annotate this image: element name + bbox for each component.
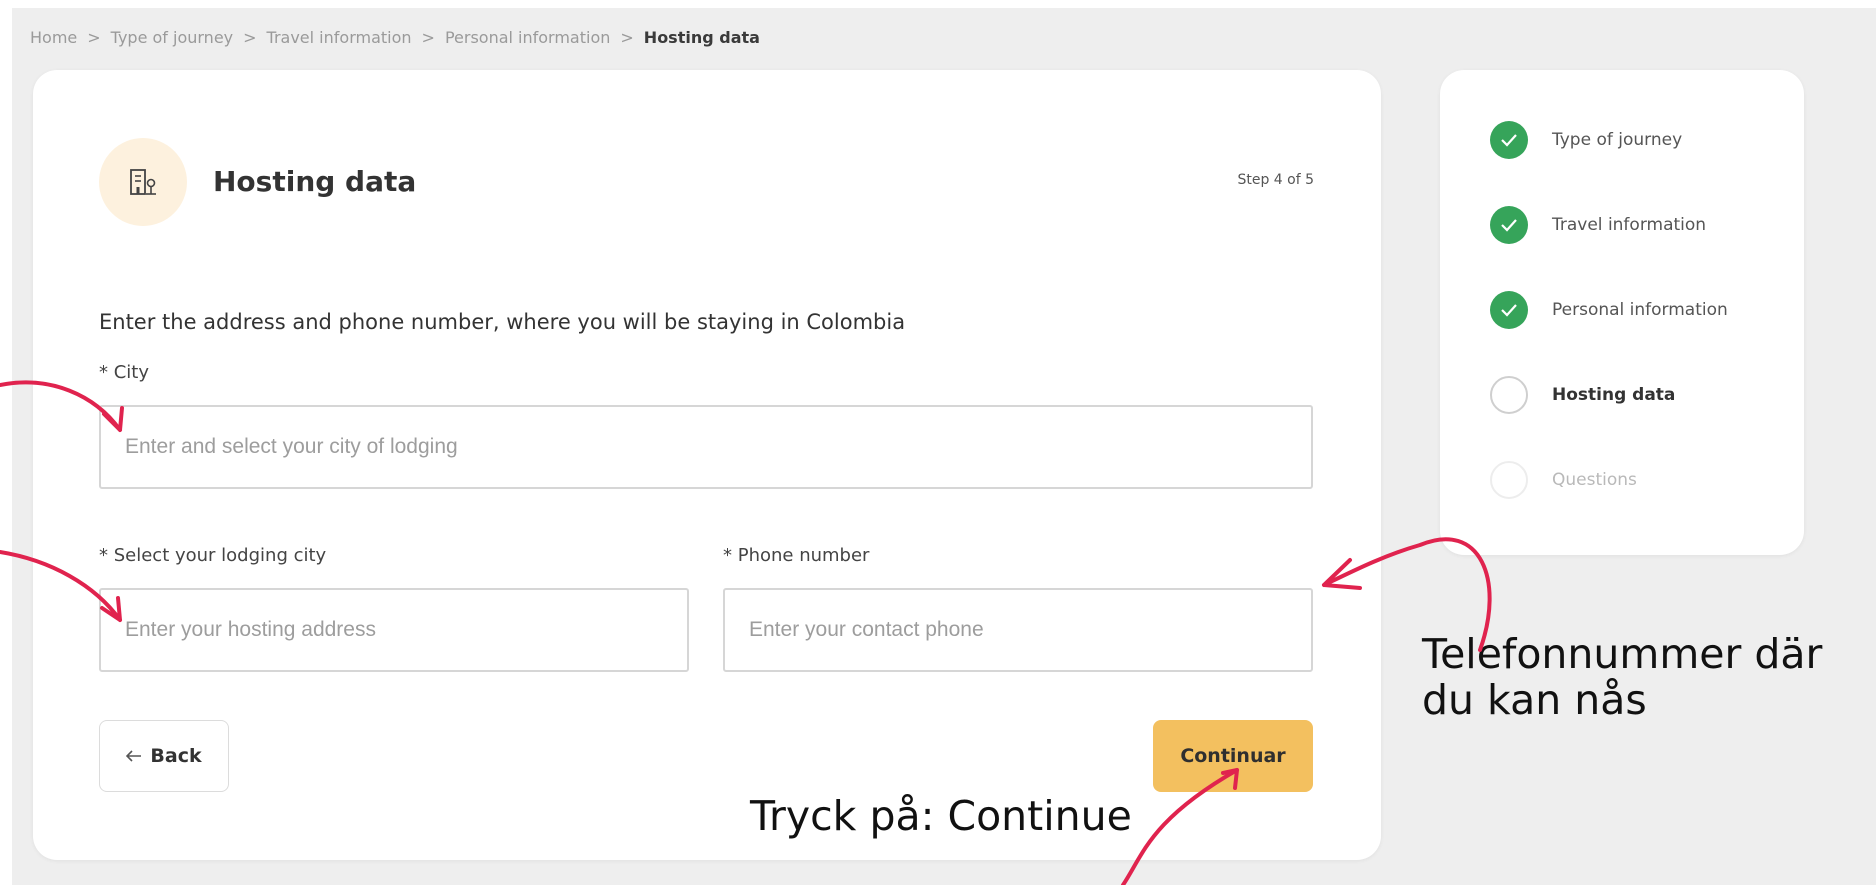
breadcrumb-current: Hosting data	[643, 28, 760, 47]
phone-annotation-line2: du kan nås	[1422, 675, 1647, 724]
step-label: Questions	[1552, 470, 1637, 490]
building-icon	[99, 138, 187, 226]
step-counter: Step 4 of 5	[1237, 172, 1314, 188]
check-icon	[1490, 291, 1528, 329]
city-input[interactable]	[99, 405, 1313, 489]
breadcrumb-separator: >	[421, 28, 435, 47]
step-item-questions: Questions	[1490, 461, 1637, 499]
step-label: Type of journey	[1552, 130, 1683, 150]
breadcrumb-type-of-journey[interactable]: Type of journey	[111, 28, 233, 47]
check-icon	[1490, 206, 1528, 244]
empty-circle-icon	[1490, 461, 1528, 499]
back-button-label: Back	[150, 745, 202, 767]
back-button[interactable]: Back	[99, 720, 229, 792]
progress-steps-panel: Type of journey Travel information Perso…	[1440, 70, 1804, 555]
step-label: Hosting data	[1552, 385, 1676, 405]
step-label: Travel information	[1552, 215, 1707, 235]
form-instructions: Enter the address and phone number, wher…	[99, 310, 906, 334]
page-title: Hosting data	[213, 165, 417, 198]
breadcrumb-personal-information[interactable]: Personal information	[445, 28, 610, 47]
address-input[interactable]	[99, 588, 689, 672]
phone-label: * Phone number	[723, 545, 870, 566]
step-item-type-of-journey: Type of journey	[1490, 121, 1682, 159]
breadcrumb-separator: >	[243, 28, 257, 47]
empty-circle-icon	[1490, 376, 1528, 414]
breadcrumb-separator: >	[87, 28, 101, 47]
breadcrumb-travel-information[interactable]: Travel information	[267, 28, 412, 47]
address-label: * Select your lodging city	[99, 545, 327, 566]
continue-annotation: Tryck på: Continue	[750, 792, 1132, 840]
hosting-data-card: Hosting data Step 4 of 5 Enter the addre…	[33, 70, 1381, 860]
city-label: * City	[99, 362, 150, 383]
phone-input[interactable]	[723, 588, 1313, 672]
check-icon	[1490, 121, 1528, 159]
step-item-personal-information: Personal information	[1490, 291, 1728, 329]
step-item-hosting-data: Hosting data	[1490, 376, 1675, 414]
step-item-travel-information: Travel information	[1490, 206, 1706, 244]
breadcrumb-separator: >	[620, 28, 634, 47]
phone-annotation-line1: Telefonnummer där	[1422, 630, 1823, 678]
continue-button[interactable]: Continuar	[1153, 720, 1313, 792]
breadcrumb-home[interactable]: Home	[30, 28, 77, 47]
phone-annotation: Telefonnummer där du kan nås	[1422, 630, 1823, 724]
step-label: Personal information	[1552, 300, 1728, 320]
arrow-left-icon	[126, 745, 142, 767]
breadcrumb: Home > Type of journey > Travel information >…	[30, 28, 760, 47]
